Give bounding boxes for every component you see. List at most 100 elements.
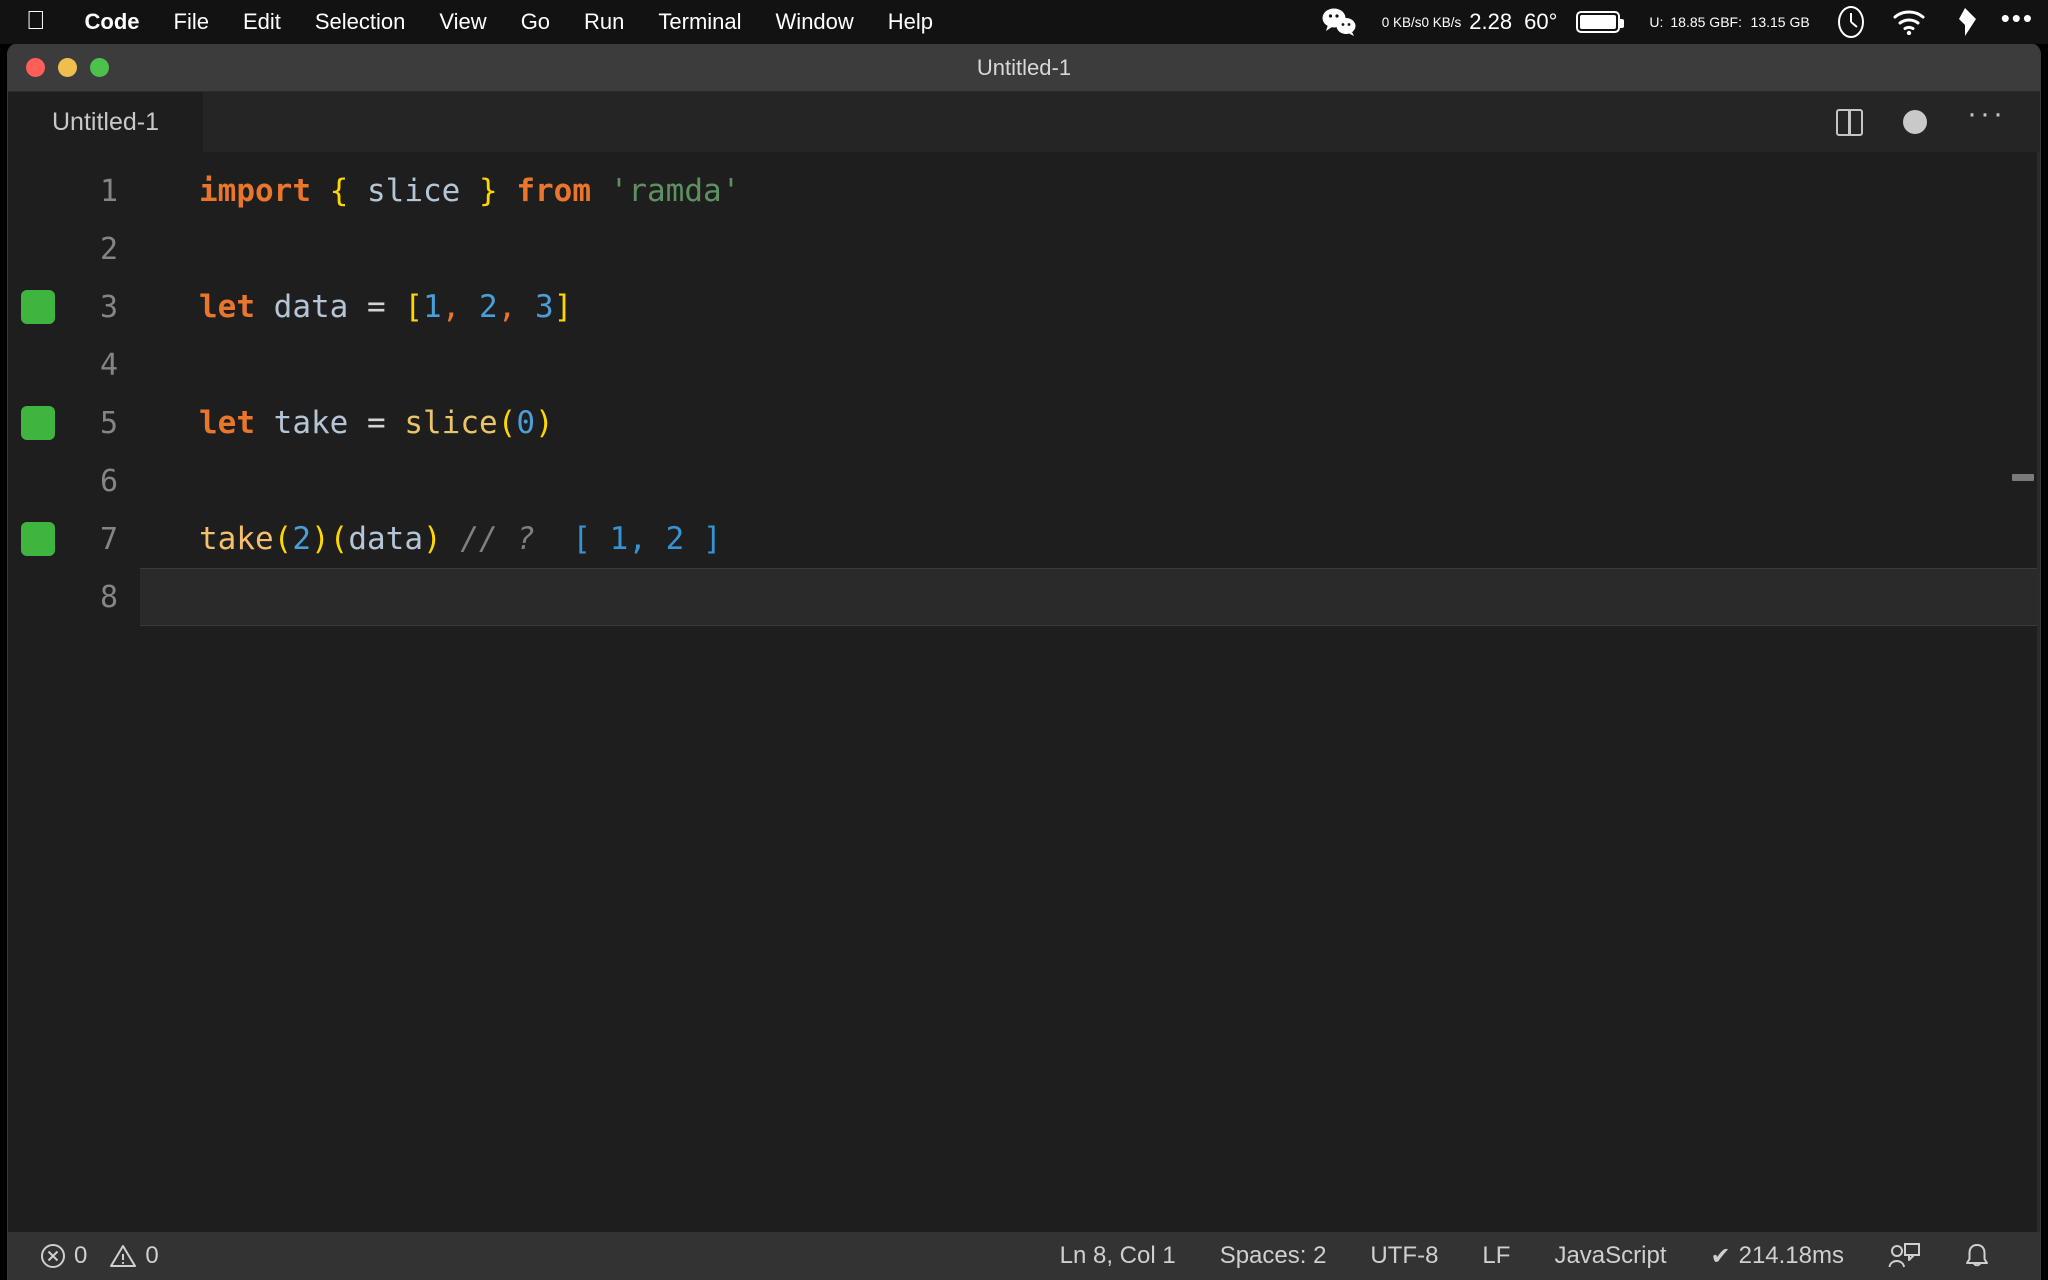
indentation-setting[interactable]: Spaces: 2 (1198, 1242, 1349, 1270)
vscode-window: Untitled-1 Untitled-1 ··· 1 import { slic… (8, 44, 2040, 1280)
code-line[interactable]: 6 (8, 452, 2040, 510)
input-source-icon[interactable] (1939, 7, 1991, 37)
token: ] (553, 289, 573, 325)
warning-triangle-icon (109, 1243, 137, 1269)
menu-go[interactable]: Go (504, 9, 567, 35)
menu-run[interactable]: Run (567, 9, 641, 35)
token: ) (311, 521, 330, 557)
editor-scrollbar[interactable] (2012, 152, 2040, 1232)
network-speed[interactable]: 0 KB/s 0 KB/s (1369, 15, 1464, 30)
token: { (329, 173, 349, 209)
cursor-position[interactable]: Ln 8, Col 1 (1038, 1242, 1198, 1270)
menu-file[interactable]: File (157, 9, 226, 35)
more-actions-icon[interactable]: ··· (1967, 97, 2006, 131)
code-text: take(2)(data) // ? [ 1, 2 ] (140, 510, 2040, 568)
status-bar-right: Ln 8, Col 1 Spaces: 2 UTF-8 LF JavaScrip… (1038, 1242, 2040, 1271)
menu-code[interactable]: Code (68, 9, 157, 35)
menu-items: Code File Edit Selection View Go Run Terminal Wi… (68, 9, 951, 35)
token: 3 (535, 289, 554, 325)
menu-view[interactable]: View (422, 9, 503, 35)
window-title: Untitled-1 (976, 54, 1072, 80)
gutter-marker-icon[interactable] (21, 406, 55, 440)
control-center-icon[interactable]: ••• (1991, 3, 2048, 34)
encoding-setting[interactable]: UTF-8 (1348, 1242, 1460, 1270)
problems-status[interactable]: 0 0 (40, 1242, 181, 1270)
token: = (367, 289, 386, 325)
token: take (199, 521, 274, 557)
menu-selection[interactable]: Selection (298, 9, 423, 35)
code-text: import { slice } from 'ramda' (140, 162, 2040, 220)
token: } (479, 173, 498, 209)
clock-icon[interactable] (1823, 5, 1879, 39)
memory-used-value: 18.85 GB (1670, 14, 1730, 30)
menu-help[interactable]: Help (871, 9, 950, 35)
unsaved-dot-icon[interactable] (1903, 110, 1928, 134)
token: slice (404, 405, 498, 441)
menu-window[interactable]: Window (759, 9, 871, 35)
menu-edit[interactable]: Edit (226, 9, 298, 35)
code-line[interactable]: 5 let take = slice(0) (8, 394, 2040, 452)
traffic-lights (26, 58, 109, 77)
code-line[interactable]: 3 let data = [1, 2, 3] (8, 278, 2040, 336)
minimize-button[interactable] (58, 58, 77, 77)
wifi-icon[interactable] (1879, 9, 1939, 35)
token: 2 (292, 521, 311, 557)
apple-icon[interactable]:  (26, 7, 46, 33)
network-download-speed: 0 KB/s (1421, 14, 1462, 30)
window-title-bar: Untitled-1 (8, 44, 2040, 92)
code-line[interactable]: 1 import { slice } from 'ramda' (8, 162, 2040, 220)
code-line[interactable]: 7 take(2)(data) // ? [ 1, 2 ] (8, 510, 2040, 568)
code-line[interactable]: 8 (8, 568, 2040, 626)
cpu-load[interactable]: 2.28 (1463, 9, 1518, 35)
gutter-marker-icon[interactable] (21, 290, 55, 324)
memory-free-value: 13.15 GB (1750, 14, 1810, 30)
network-upload-speed: 0 KB/s (1381, 14, 1422, 30)
memory-free-label: F: (1729, 14, 1742, 30)
token: [ 1, 2 ] (572, 521, 722, 557)
tab-label: Untitled-1 (52, 107, 159, 136)
scrollbar-thumb[interactable] (2012, 474, 2034, 481)
tab-untitled-1[interactable]: Untitled-1 (8, 92, 204, 152)
zoom-button[interactable] (90, 58, 109, 77)
token: slice (367, 173, 461, 209)
line-number: 4 (99, 347, 118, 383)
eol-setting[interactable]: LF (1460, 1242, 1532, 1270)
menu-terminal[interactable]: Terminal (641, 9, 758, 35)
token: = (367, 405, 386, 441)
menu-bar-tray: 0 KB/s 0 KB/s 2.28 60° U: 18.85 GB F: 13… (1309, 0, 2048, 44)
run-status[interactable]: ✔ 214.18ms (1688, 1242, 1866, 1271)
battery-icon[interactable] (1563, 11, 1636, 33)
temperature[interactable]: 60° (1518, 9, 1563, 35)
token: take (273, 405, 349, 441)
token: , (497, 289, 517, 325)
token: , (441, 289, 461, 325)
bell-icon[interactable] (1942, 1242, 2012, 1270)
code-text (140, 568, 2040, 626)
close-button[interactable] (26, 58, 45, 77)
code-line[interactable]: 2 (8, 220, 2040, 278)
live-share-icon[interactable] (1866, 1242, 1942, 1270)
token: 0 (516, 405, 536, 441)
token: [ (404, 289, 424, 325)
code-line[interactable]: 4 (8, 336, 2040, 394)
line-number: 1 (99, 173, 118, 209)
gutter-marker-icon[interactable] (21, 522, 55, 556)
split-editor-icon[interactable] (1836, 108, 1864, 136)
wechat-icon[interactable] (1309, 7, 1369, 37)
code-editor[interactable]: 1 import { slice } from 'ramda' 2 3 let data… (8, 152, 2040, 1232)
memory-usage[interactable]: U: 18.85 GB F: 13.15 GB (1636, 14, 1822, 30)
token: data (348, 521, 423, 557)
language-mode[interactable]: JavaScript (1532, 1242, 1688, 1270)
token: ( (329, 521, 349, 557)
token: let (199, 289, 255, 325)
token: from (516, 173, 591, 209)
error-circle-icon (40, 1243, 66, 1269)
line-number: 6 (99, 463, 118, 499)
